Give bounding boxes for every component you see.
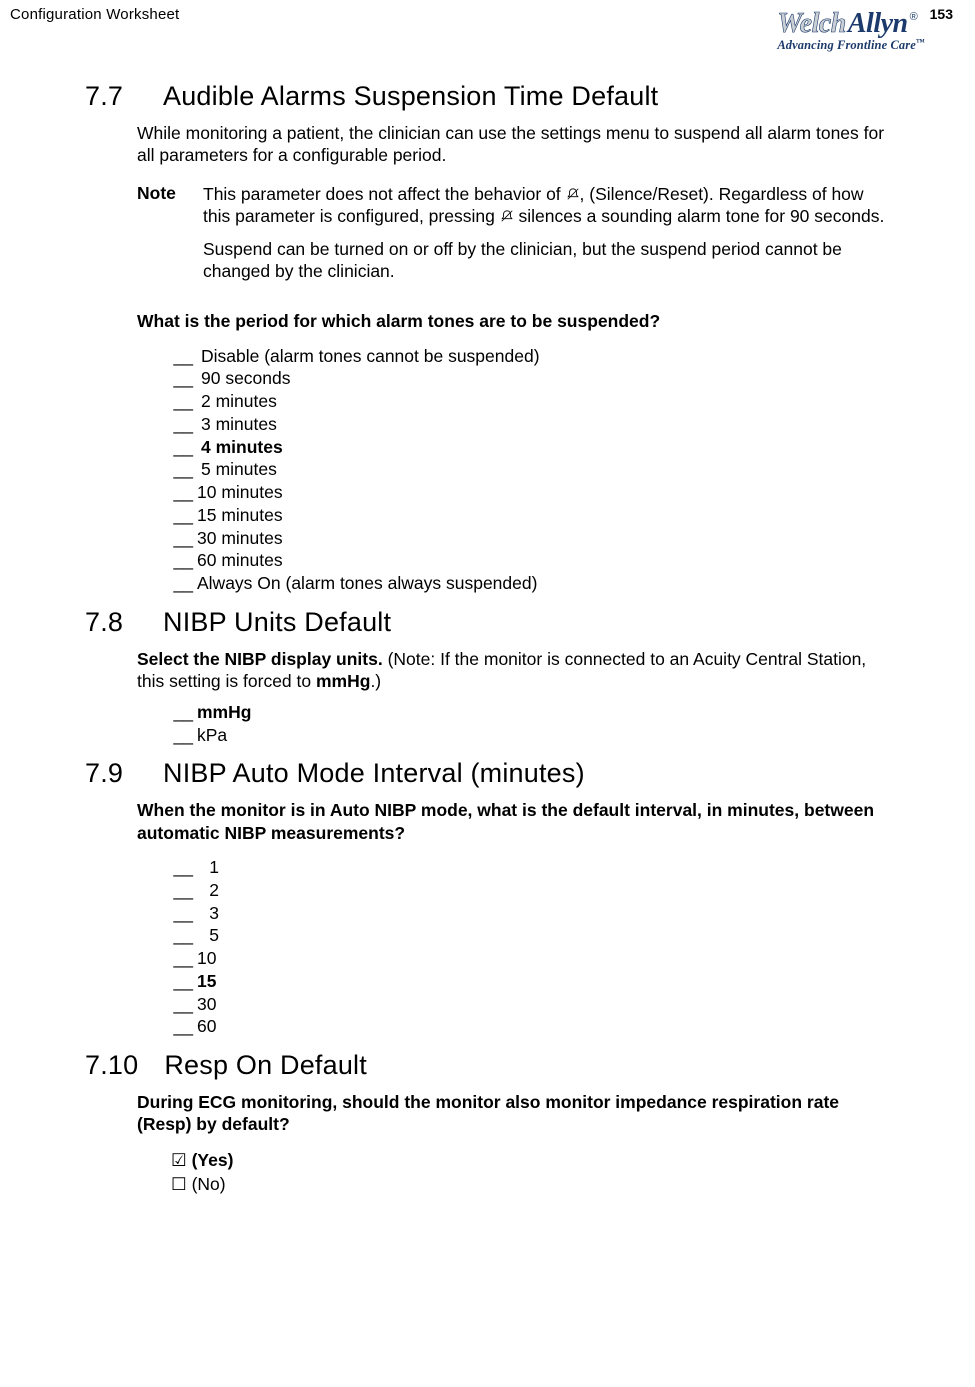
option-90s[interactable]: __ 90 seconds bbox=[171, 367, 890, 390]
options-7-9: __ 1 __ 2 __ 3 __ 5 __10 __15 __30 __60 bbox=[171, 856, 890, 1038]
unchecked-box-icon: ☐ bbox=[171, 1174, 187, 1194]
section-num: 7.10 bbox=[85, 1050, 138, 1081]
options-7-10: ☑ (Yes) ☐ (No) bbox=[171, 1148, 890, 1197]
section-title-text: Audible Alarms Suspension Time Default bbox=[163, 81, 658, 112]
content: 7.7 Audible Alarms Suspension Time Defau… bbox=[0, 53, 975, 1197]
section-7-9-body: When the monitor is in Auto NIBP mode, w… bbox=[137, 799, 890, 1038]
brand-tagline: Advancing Frontline Care™ bbox=[777, 38, 953, 53]
option-2[interactable]: __ 2 bbox=[171, 879, 890, 902]
option-10min[interactable]: __ 10 minutes bbox=[171, 481, 890, 504]
section-num: 7.7 bbox=[85, 81, 137, 112]
option-always-on[interactable]: __ Always On (alarm tones always suspend… bbox=[171, 572, 890, 595]
checked-box-icon: ☑ bbox=[171, 1150, 187, 1170]
logo-welch: Welch bbox=[777, 8, 846, 40]
option-3min[interactable]: __ 3 minutes bbox=[171, 413, 890, 436]
brand-logo: Welch Allyn ® bbox=[777, 8, 953, 40]
option-10[interactable]: __10 bbox=[171, 947, 890, 970]
option-3[interactable]: __ 3 bbox=[171, 902, 890, 925]
page-number: 153 bbox=[930, 6, 953, 22]
option-yes-default[interactable]: ☑ (Yes) bbox=[171, 1148, 890, 1173]
logo-allyn: Allyn bbox=[848, 8, 908, 40]
option-5[interactable]: __ 5 bbox=[171, 924, 890, 947]
section-title-text: Resp On Default bbox=[164, 1050, 367, 1081]
doc-title: Configuration Worksheet bbox=[10, 6, 179, 23]
option-kpa[interactable]: __ kPa bbox=[171, 724, 890, 747]
option-60[interactable]: __60 bbox=[171, 1015, 890, 1038]
option-no[interactable]: ☐ (No) bbox=[171, 1172, 890, 1197]
section-7-10-body: During ECG monitoring, should the monito… bbox=[137, 1091, 890, 1197]
registered-mark: ® bbox=[910, 11, 918, 23]
section-num: 7.9 bbox=[85, 758, 137, 789]
note-row: Note This parameter does not affect the … bbox=[137, 183, 890, 293]
section-7-10-heading: 7.10 Resp On Default bbox=[85, 1050, 890, 1081]
options-7-7: __ Disable (alarm tones cannot be suspen… bbox=[171, 345, 890, 595]
option-15min[interactable]: __ 15 minutes bbox=[171, 504, 890, 527]
option-4min-default[interactable]: __ 4 minutes bbox=[171, 436, 890, 459]
section-7-8-heading: 7.8 NIBP Units Default bbox=[85, 607, 890, 638]
section-title-text: NIBP Units Default bbox=[163, 607, 391, 638]
silence-bell-icon bbox=[566, 184, 580, 196]
lead-text-7-8: Select the NIBP display units. (Note: If… bbox=[137, 648, 890, 693]
option-30[interactable]: __30 bbox=[171, 993, 890, 1016]
note-label: Note bbox=[137, 183, 185, 293]
options-7-8: __ mmHg __ kPa bbox=[171, 701, 890, 747]
header-right: 153 Welch Allyn ® Advancing Frontline Ca… bbox=[777, 6, 953, 53]
section-7-7-body: While monitoring a patient, the clinicia… bbox=[137, 122, 890, 595]
intro-text: While monitoring a patient, the clinicia… bbox=[137, 122, 890, 167]
option-60min[interactable]: __ 60 minutes bbox=[171, 549, 890, 572]
option-1[interactable]: __ 1 bbox=[171, 856, 890, 879]
note-body: This parameter does not affect the behav… bbox=[203, 183, 890, 293]
section-title-text: NIBP Auto Mode Interval (minutes) bbox=[163, 758, 585, 789]
question-7-9: When the monitor is in Auto NIBP mode, w… bbox=[137, 799, 890, 844]
option-disable[interactable]: __ Disable (alarm tones cannot be suspen… bbox=[171, 345, 890, 368]
section-num: 7.8 bbox=[85, 607, 137, 638]
option-15-default[interactable]: __15 bbox=[171, 970, 890, 993]
page-header: Configuration Worksheet 153 Welch Allyn … bbox=[0, 0, 975, 53]
page: Configuration Worksheet 153 Welch Allyn … bbox=[0, 0, 975, 1387]
silence-bell-icon bbox=[500, 206, 514, 218]
question-7-7: What is the period for which alarm tones… bbox=[137, 310, 890, 332]
question-7-10: During ECG monitoring, should the monito… bbox=[137, 1091, 890, 1136]
option-5min[interactable]: __ 5 minutes bbox=[171, 458, 890, 481]
section-7-8-body: Select the NIBP display units. (Note: If… bbox=[137, 648, 890, 746]
section-7-9-heading: 7.9 NIBP Auto Mode Interval (minutes) bbox=[85, 758, 890, 789]
option-2min[interactable]: __ 2 minutes bbox=[171, 390, 890, 413]
option-30min[interactable]: __ 30 minutes bbox=[171, 527, 890, 550]
option-mmhg-default[interactable]: __ mmHg bbox=[171, 701, 890, 724]
section-7-7-heading: 7.7 Audible Alarms Suspension Time Defau… bbox=[85, 81, 890, 112]
